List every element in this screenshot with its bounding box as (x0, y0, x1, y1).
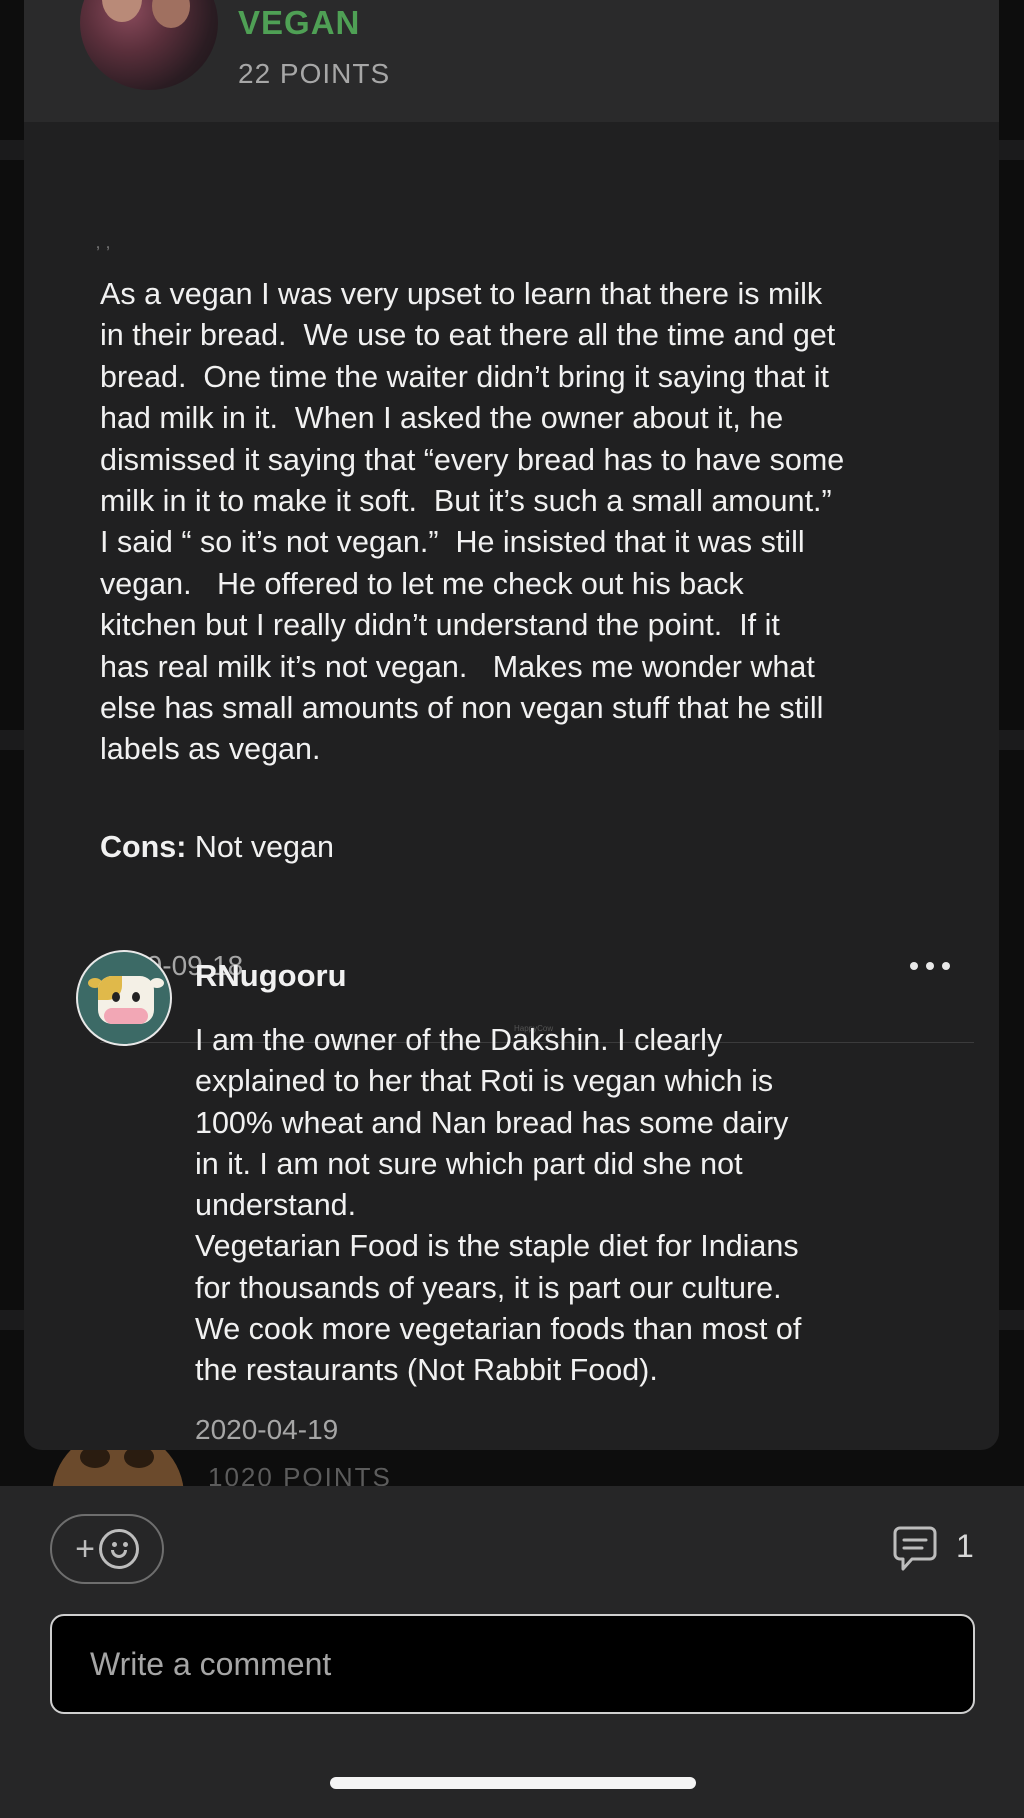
smiley-icon (98, 1529, 139, 1569)
cons-label: Cons: (100, 830, 187, 864)
vegan-badge: VEGAN (238, 4, 361, 41)
reply-author[interactable]: RNugooru (195, 958, 347, 994)
review-card: ‚‚ As a vegan I was very upset to learn … (24, 122, 999, 1450)
home-indicator[interactable] (330, 1777, 696, 1789)
review-text: As a vegan I was very upset to learn tha… (100, 277, 845, 767)
comment-bubble-icon[interactable] (892, 1524, 938, 1574)
more-options-icon[interactable] (910, 952, 964, 980)
reviewer-avatar[interactable] (80, 0, 218, 90)
cow-avatar-icon[interactable] (76, 950, 172, 1046)
bottom-action-bar: + 1 (0, 1486, 1024, 1818)
quote-marks: ‚‚ (96, 232, 116, 252)
cons-text: Not vegan (186, 830, 334, 864)
review-header: VEGAN 22 POINTS (24, 0, 999, 122)
review-cons: Cons: Not vegan (100, 830, 334, 865)
reviewer-points: 22 POINTS (238, 58, 391, 89)
reply-text: I am the owner of the Dakshin. I clearly… (195, 1023, 802, 1388)
comment-input[interactable] (50, 1614, 975, 1714)
add-reaction-button[interactable]: + (50, 1514, 164, 1584)
plus-icon: + (75, 1530, 95, 1568)
comment-count: 1 (956, 1528, 974, 1564)
reply-date: 2020-04-19 (195, 1414, 339, 1445)
